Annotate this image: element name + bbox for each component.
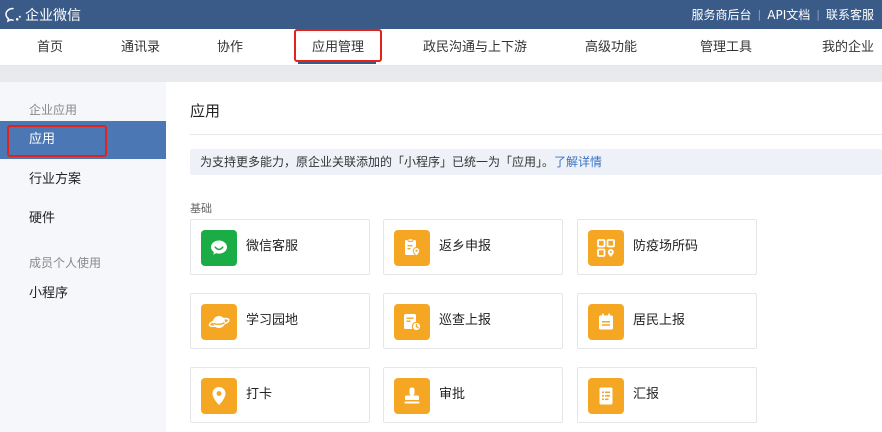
separator: | [816, 8, 820, 21]
notice-banner: 为支持更多能力，原企业关联添加的「小程序」已统一为「应用」。了解详情 [190, 149, 882, 175]
main-nav: 首页 通讯录 协作 应用管理 政民沟通与上下游 高级功能 管理工具 我的企业 [0, 29, 882, 66]
nav-home[interactable]: 首页 [37, 29, 63, 66]
app-card-label: 居民上报 [633, 313, 686, 328]
qr-location-icon [588, 230, 624, 266]
sidebar-group-personal-use: 成员个人使用 [29, 256, 102, 270]
app-card-label: 返乡申报 [439, 239, 492, 254]
nav-gov-communication[interactable]: 政民沟通与上下游 [423, 29, 527, 66]
wecom-logo-icon [5, 7, 21, 23]
app-card-label: 汇报 [633, 387, 660, 402]
partner-console-link[interactable]: 服务商后台 [692, 6, 752, 23]
contact-support-link[interactable]: 联系客服 [826, 6, 874, 23]
location-pin-icon [201, 378, 237, 414]
clipboard-location-icon [394, 230, 430, 266]
brand-logo[interactable]: 企业微信 [4, 5, 81, 25]
app-card-wechat-service[interactable]: 微信客服 [190, 219, 370, 275]
notice-text: 为支持更多能力，原企业关联添加的「小程序」已统一为「应用」。 [200, 155, 555, 169]
report-list-icon [588, 378, 624, 414]
sidebar-item-industry-solutions[interactable]: 行业方案 [0, 161, 166, 199]
top-bar: 企业微信 服务商后台 | API文档 | 联系客服 [0, 0, 882, 29]
section-label-basic: 基础 [190, 202, 212, 215]
app-card-report[interactable]: 汇报 [577, 367, 757, 423]
api-docs-link[interactable]: API文档 [767, 6, 810, 23]
app-card-label: 微信客服 [246, 239, 299, 254]
learn-more-link[interactable]: 了解详情 [554, 155, 602, 169]
nav-contacts[interactable]: 通讯录 [121, 29, 160, 66]
app-card-label: 学习园地 [246, 313, 299, 328]
sidebar-item-hardware[interactable]: 硬件 [0, 200, 166, 238]
app-card-label: 防疫场所码 [633, 239, 699, 254]
brand-name: 企业微信 [25, 8, 81, 24]
app-card-check-in[interactable]: 打卡 [190, 367, 370, 423]
main-content: 应用 为支持更多能力，原企业关联添加的「小程序」已统一为「应用」。了解详情 基础… [166, 82, 882, 432]
app-card-resident-report[interactable]: 居民上报 [577, 293, 757, 349]
app-card-label: 审批 [439, 387, 466, 402]
nav-collaboration[interactable]: 协作 [217, 29, 243, 66]
page-title: 应用 [190, 102, 221, 120]
app-card-return-home-report[interactable]: 返乡申报 [383, 219, 563, 275]
app-card-epidemic-venue-code[interactable]: 防疫场所码 [577, 219, 757, 275]
app-card-approval[interactable]: 审批 [383, 367, 563, 423]
calendar-report-icon [588, 304, 624, 340]
document-clock-icon [394, 304, 430, 340]
stamp-icon [394, 378, 430, 414]
separator: | [757, 8, 762, 21]
sidebar-group-enterprise-apps: 企业应用 [29, 103, 78, 117]
nav-advanced-features[interactable]: 高级功能 [585, 29, 637, 66]
sidebar-item-mini-programs[interactable]: 小程序 [0, 275, 166, 313]
highlight-box-nav [294, 29, 382, 62]
nav-management-tools[interactable]: 管理工具 [700, 29, 752, 66]
app-card-label: 打卡 [246, 387, 273, 402]
spacer [0, 66, 882, 82]
divider [190, 134, 882, 135]
highlight-box-sidebar [7, 125, 107, 157]
planet-icon [201, 304, 237, 340]
wechat-service-icon [201, 230, 237, 266]
app-card-study-garden[interactable]: 学习园地 [190, 293, 370, 349]
nav-my-enterprise[interactable]: 我的企业 [822, 29, 874, 66]
app-card-patrol-report[interactable]: 巡查上报 [383, 293, 563, 349]
active-tab-indicator [298, 62, 376, 64]
app-card-label: 巡查上报 [439, 313, 492, 328]
